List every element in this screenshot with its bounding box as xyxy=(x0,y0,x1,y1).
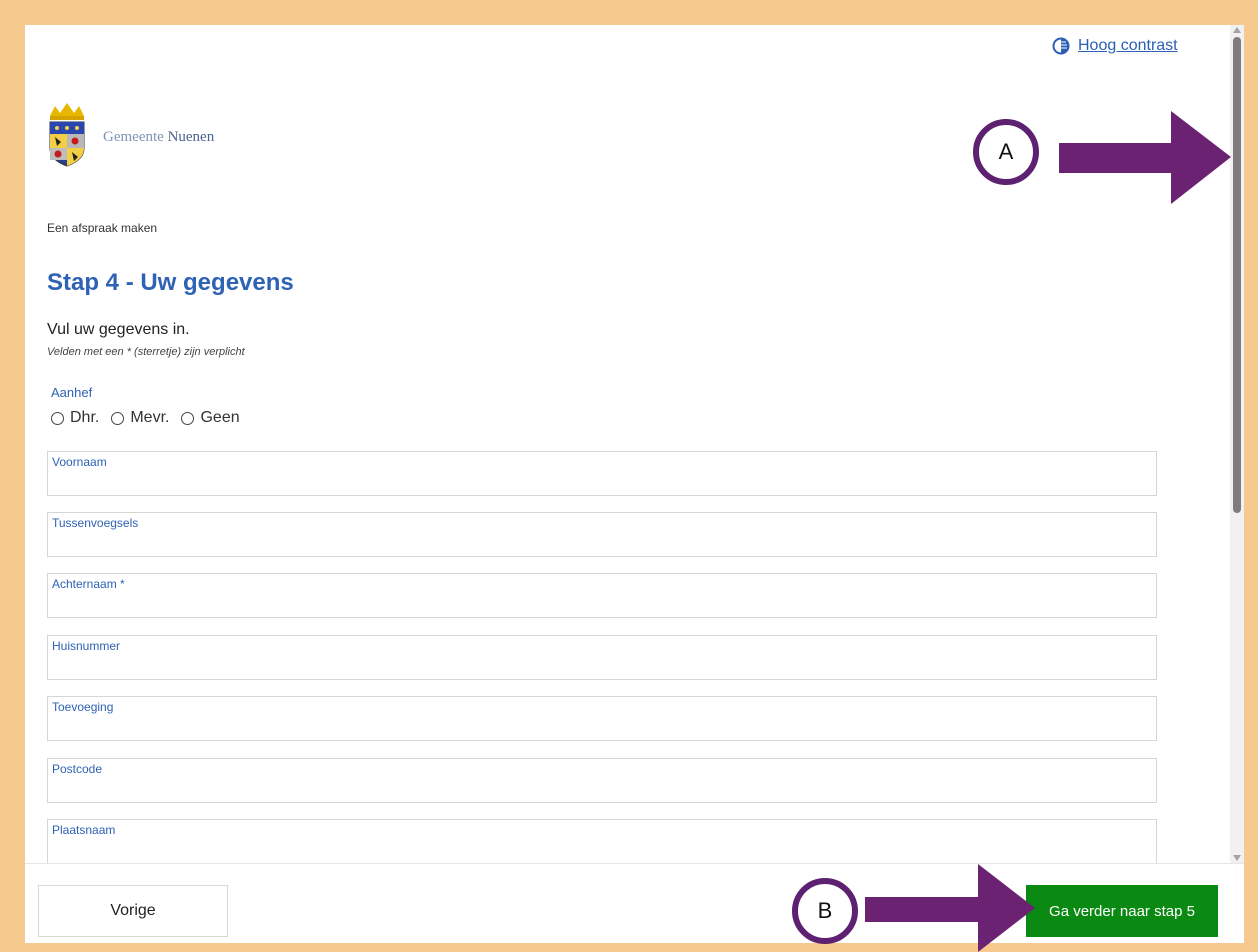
field-label: Tussenvoegsels xyxy=(52,516,139,530)
salutation-label: Aanhef xyxy=(51,385,93,400)
last-name-field[interactable]: Achternaam * xyxy=(47,573,1157,618)
logo-text: Gemeente Nuenen xyxy=(103,128,215,145)
infix-field[interactable]: Tussenvoegsels xyxy=(47,512,1157,557)
marker-label: B xyxy=(817,898,833,923)
next-step-button[interactable]: Ga verder naar stap 5 xyxy=(1026,885,1218,937)
field-label: Voornaam xyxy=(52,455,107,469)
addition-field[interactable]: Toevoeging xyxy=(47,696,1157,741)
previous-button[interactable]: Vorige xyxy=(38,885,228,937)
scroll-up-icon[interactable] xyxy=(1233,27,1241,33)
field-label: Plaatsnaam xyxy=(52,823,116,837)
annotation-marker-b: B xyxy=(792,878,858,944)
breadcrumb: Een afspraak maken xyxy=(47,221,158,235)
radio-button[interactable] xyxy=(51,411,64,425)
required-fields-note: Velden met een * (sterretje) zijn verpli… xyxy=(47,346,245,358)
city-field[interactable]: Plaatsnaam xyxy=(47,819,1157,863)
radio-label: Dhr. xyxy=(70,409,100,426)
salutation-option-geen[interactable]: Geen xyxy=(181,409,240,427)
field-label: Huisnummer xyxy=(52,639,121,653)
salutation-radio-group: Dhr. Mevr. Geen xyxy=(51,409,240,427)
field-label: Toevoeging xyxy=(52,700,114,714)
house-number-field[interactable]: Huisnummer xyxy=(47,635,1157,680)
high-contrast-toggle[interactable]: Hoog contrast xyxy=(1052,37,1178,55)
arrow-right-icon xyxy=(865,864,1035,952)
radio-button[interactable] xyxy=(111,411,125,425)
annotation-marker-a: A xyxy=(973,119,1039,185)
marker-label: A xyxy=(998,139,1014,164)
radio-button[interactable] xyxy=(181,411,195,425)
municipality-logo[interactable]: Gemeente Nuenen xyxy=(47,100,214,170)
page-content: Hoog contrast Gemeente Nuenen Een afspra… xyxy=(25,25,1230,863)
salutation-option-mevr[interactable]: Mevr. xyxy=(111,409,169,427)
radio-label: Geen xyxy=(200,409,240,426)
field-label: Achternaam * xyxy=(52,577,125,591)
postcode-field[interactable]: Postcode xyxy=(47,758,1157,803)
high-contrast-link[interactable]: Hoog contrast xyxy=(1078,37,1178,55)
form-footer: Vorige Ga verder naar stap 5 xyxy=(25,863,1244,943)
first-name-field[interactable]: Voornaam xyxy=(47,451,1157,496)
scrollbar-thumb[interactable] xyxy=(1233,37,1241,513)
contrast-icon xyxy=(1052,37,1070,55)
radio-label: Mevr. xyxy=(130,409,170,426)
coat-of-arms-logo xyxy=(49,103,85,167)
arrow-right-icon xyxy=(1059,111,1231,204)
page-title: Stap 4 - Uw gegevens xyxy=(47,269,294,296)
field-label: Postcode xyxy=(52,762,103,776)
intro-text: Vul uw gegevens in. xyxy=(47,321,190,338)
salutation-option-dhr[interactable]: Dhr. xyxy=(51,409,99,427)
scroll-down-icon[interactable] xyxy=(1233,855,1241,861)
